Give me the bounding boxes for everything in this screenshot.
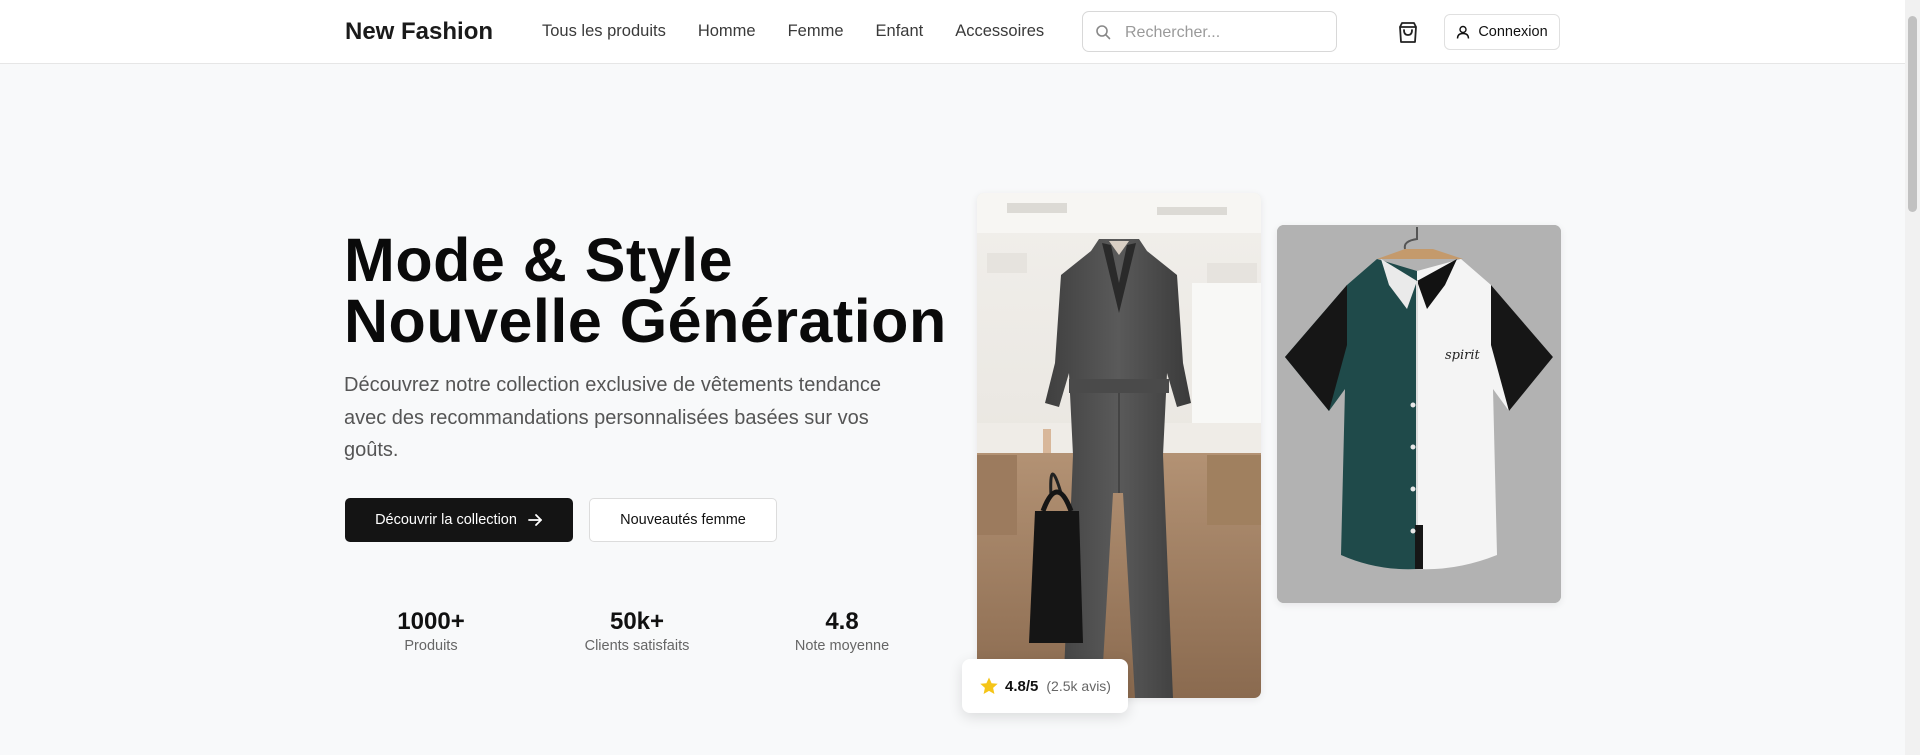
stat-label: Clients satisfaits [584,638,690,654]
new-women-arrivals-label: Nouveautés femme [620,512,746,528]
hero-description: Découvrez notre collection exclusive de … [344,374,881,461]
main-nav: Tous les produits Homme Femme Enfant Acc… [542,22,1044,41]
cart-button[interactable] [1394,18,1422,46]
shirt-photo: spirit [1277,225,1561,603]
discover-collection-label: Découvrir la collection [375,512,517,528]
stat-value: 1000+ [397,608,465,635]
stat-label: Note moyenne [794,638,890,654]
stat-clients: 50k+ Clients satisfaits [557,607,717,654]
shirt-product-image[interactable]: spirit [1277,225,1561,603]
rating-badge: 4.8/5 (2.5k avis) [962,659,1128,713]
jumpsuit-product-image[interactable] [977,193,1261,698]
nav-link-women[interactable]: Femme [788,22,844,41]
rating-review-count: (2.5k avis) [1046,678,1111,694]
login-label: Connexion [1478,24,1548,40]
rating-score: 4.8/5 [1005,677,1039,695]
arrow-right-icon [528,514,542,526]
stat-products: 1000+ Produits [351,607,511,654]
nav-link-kids[interactable]: Enfant [876,22,924,41]
hero-title-line-2: Nouvelle Génération [344,287,947,355]
stat-label: Produits [404,638,458,654]
new-women-arrivals-button[interactable]: Nouveautés femme [589,498,777,542]
scrollbar-thumb[interactable] [1908,16,1917,212]
shirt-print-text: spirit [1445,348,1481,363]
user-icon [1457,25,1470,39]
nav-link-accessories[interactable]: Accessoires [955,22,1044,41]
shopping-bag-icon [1399,22,1417,43]
star-icon [980,677,998,694]
stat-value: 4.8 [825,608,859,635]
jumpsuit-photo [977,193,1261,698]
nav-link-men[interactable]: Homme [698,22,756,41]
site-logo[interactable]: New Fashion [345,18,493,46]
search-input[interactable] [1123,20,1327,46]
site-header: New Fashion Tous les produits Homme Femm… [0,0,1905,64]
search-box [1082,11,1337,52]
search-icon [1096,25,1111,40]
stat-rating: 4.8 Note moyenne [762,607,922,654]
hero-title-line-1: Mode & Style [344,226,734,294]
stat-value: 50k+ [609,608,665,635]
login-button[interactable]: Connexion [1444,14,1560,50]
nav-link-all-products[interactable]: Tous les produits [542,22,666,41]
page-scrollbar[interactable] [1905,0,1920,755]
discover-collection-button[interactable]: Découvrir la collection [345,498,573,542]
hero-title: Mode & Style Nouvelle Génération [344,230,947,352]
